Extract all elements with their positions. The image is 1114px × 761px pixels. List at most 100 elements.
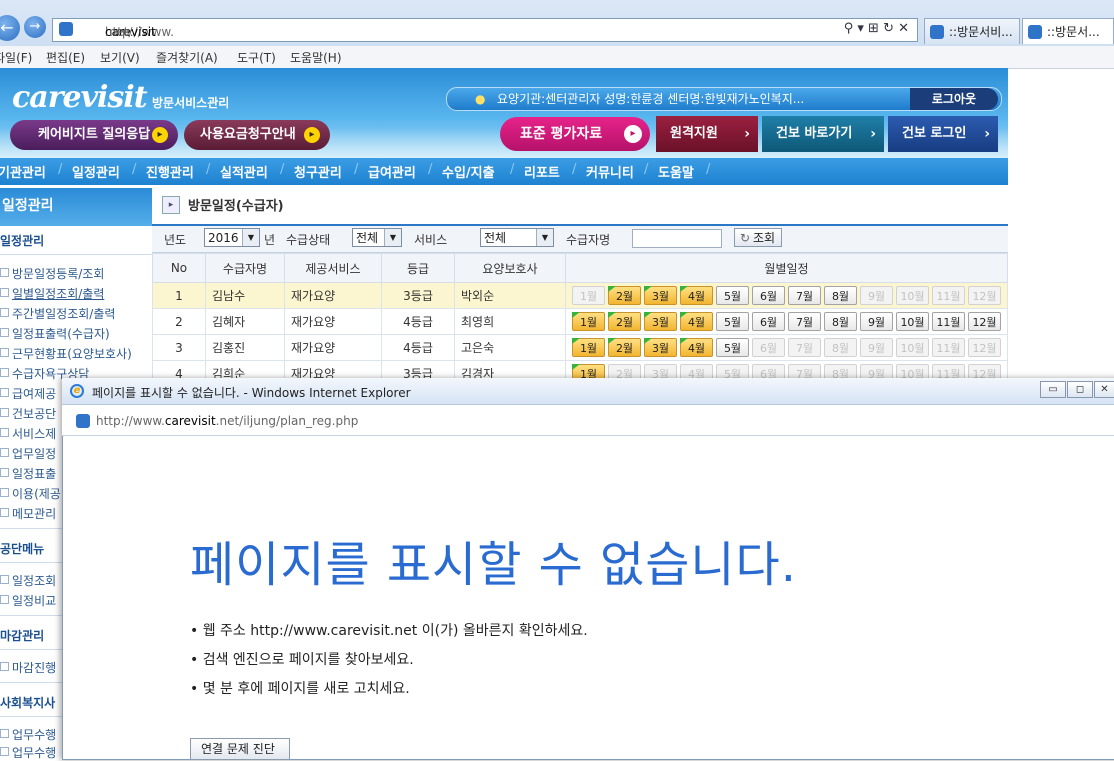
month-button[interactable]: 6월: [752, 338, 785, 357]
month-button[interactable]: 1월: [572, 312, 605, 331]
nhis-login-button[interactable]: 건보 로그인 ›: [888, 116, 998, 152]
qna-button[interactable]: 케어비지트 질의응답 ▸: [10, 120, 178, 150]
remote-support-button[interactable]: 원격지원 ›: [656, 116, 758, 152]
sidebar-item[interactable]: 이용(제공: [0, 485, 61, 502]
nav-billing[interactable]: 청구관리: [294, 162, 342, 181]
popup-title: 페이지를 표시할 수 없습니다. - Windows Internet Expl…: [92, 386, 411, 400]
month-button[interactable]: 10월: [896, 312, 929, 331]
browser-tab-1[interactable]: ::방문서비...: [924, 18, 1020, 44]
month-button[interactable]: 12월: [968, 312, 1001, 331]
fee-guide-button[interactable]: 사용요금청구안내 ▸: [184, 120, 330, 150]
nav-income-expense[interactable]: 수입/지출: [442, 162, 495, 181]
month-button[interactable]: 2월: [608, 312, 641, 331]
sidebar-item[interactable]: 근무현황표(요양보호사): [0, 345, 132, 362]
user-icon: ●: [475, 92, 486, 106]
browser-tab-2[interactable]: ::방문서...: [1022, 18, 1114, 44]
month-button[interactable]: 2월: [608, 338, 641, 357]
minimize-button[interactable]: ▭: [1040, 381, 1066, 398]
month-button[interactable]: 7월: [788, 312, 821, 331]
nav-progress[interactable]: 진행관리: [146, 162, 194, 181]
sidebar-item[interactable]: 마감진행: [0, 659, 56, 676]
nav-report[interactable]: 리포트: [524, 162, 560, 181]
table-row[interactable]: 1 김남수 재가요양 3등급 박외순 1월 2월 3월 4월 5월 6월 7월 8월 9월 10월 11월 12…: [152, 282, 1008, 309]
maximize-button[interactable]: ◻: [1067, 381, 1093, 398]
table-row[interactable]: 3 김홍진 재가요양 4등급 고은숙 1월 2월 3월 4월 5월 6월 7월 8월 9월 10월 11월 12…: [152, 334, 1008, 361]
sidebar-item[interactable]: 일정표출력(수급자): [0, 325, 110, 342]
month-button[interactable]: 4월: [680, 286, 713, 305]
month-button[interactable]: 7월: [788, 286, 821, 305]
month-button[interactable]: 11월: [932, 338, 965, 357]
month-button[interactable]: 8월: [824, 286, 857, 305]
month-button[interactable]: 4월: [680, 312, 713, 331]
month-button[interactable]: 1월: [572, 286, 605, 305]
sidebar-item[interactable]: 방문일정등록/조회: [0, 265, 104, 282]
month-button[interactable]: 11월: [932, 312, 965, 331]
sidebar-item[interactable]: 건보공단: [0, 405, 56, 422]
nav-performance[interactable]: 실적관리: [220, 162, 268, 181]
sidebar-item-active[interactable]: 일별일정조회/출력: [0, 285, 104, 302]
year-select[interactable]: 2016 ▼: [204, 228, 260, 247]
month-button[interactable]: 9월: [860, 286, 893, 305]
month-button[interactable]: 3월: [644, 312, 677, 331]
month-button[interactable]: 3월: [644, 286, 677, 305]
menu-favorites[interactable]: 즐겨찾기(A): [156, 49, 218, 66]
menu-help[interactable]: 도움말(H): [290, 49, 342, 66]
nav-institution[interactable]: 기관관리: [0, 162, 46, 181]
nav-community[interactable]: 커뮤니티: [586, 162, 634, 181]
sidebar-item[interactable]: 업무일정: [0, 445, 56, 462]
search-button[interactable]: ↻ 조회: [734, 228, 783, 247]
month-button[interactable]: 7월: [788, 338, 821, 357]
nhis-shortcut-button[interactable]: 건보 바로가기 ›: [762, 116, 884, 152]
diagnose-button[interactable]: 연결 문제 진단: [190, 738, 290, 760]
menu-file[interactable]: 파일(F): [0, 49, 32, 66]
month-button[interactable]: 10월: [896, 338, 929, 357]
month-button[interactable]: 4월: [680, 338, 713, 357]
sidebar-item[interactable]: 업무수행: [0, 726, 56, 743]
month-button[interactable]: 12월: [968, 338, 1001, 357]
menu-tools[interactable]: 도구(T): [237, 49, 276, 66]
site-logo[interactable]: carevisit: [12, 80, 148, 115]
sidebar-item[interactable]: 일정표출: [0, 465, 56, 482]
month-button[interactable]: 5월: [716, 338, 749, 357]
sidebar-item[interactable]: 서비스제: [0, 425, 56, 442]
name-input[interactable]: [632, 229, 722, 248]
sidebar-item[interactable]: 일정비교: [0, 592, 56, 609]
year-label: 년도: [164, 233, 187, 247]
menu-view[interactable]: 보기(V): [100, 49, 140, 66]
logout-button[interactable]: 로그아웃: [910, 88, 998, 110]
sidebar-item[interactable]: 메모관리: [0, 505, 56, 522]
month-button[interactable]: 2월: [608, 286, 641, 305]
month-button[interactable]: 11월: [932, 286, 965, 305]
search-refresh-icons[interactable]: ⚲ ▾ ⊞ ↻ ✕: [844, 21, 909, 36]
status-select[interactable]: 전체 ▼: [352, 228, 402, 247]
flag-icon: [572, 312, 580, 318]
month-button[interactable]: 8월: [824, 338, 857, 357]
month-button[interactable]: 1월: [572, 338, 605, 357]
eval-data-button[interactable]: 표준 평가자료 ▸: [500, 117, 650, 151]
error-bullet: • 웹 주소 http://www.carevisit.net 이(가) 올바른…: [190, 623, 588, 639]
ie-logo-icon: e: [70, 384, 84, 398]
service-select[interactable]: 전체 ▼: [480, 228, 554, 247]
address-bar[interactable]: http://www. carevisit .net/ ⚲ ▾ ⊞ ↻ ✕: [52, 18, 918, 42]
menu-edit[interactable]: 편집(E): [46, 49, 85, 66]
month-button[interactable]: 9월: [860, 338, 893, 357]
page-title: 방문일정(수급자): [188, 199, 284, 214]
sidebar-item[interactable]: 급여제공: [0, 385, 56, 402]
month-button[interactable]: 12월: [968, 286, 1001, 305]
month-button[interactable]: 5월: [716, 312, 749, 331]
close-button[interactable]: ✕: [1094, 381, 1114, 398]
month-button[interactable]: 8월: [824, 312, 857, 331]
nav-payroll[interactable]: 급여관리: [368, 162, 416, 181]
month-button[interactable]: 3월: [644, 338, 677, 357]
nav-help[interactable]: 도움말: [658, 162, 694, 181]
month-button[interactable]: 6월: [752, 312, 785, 331]
month-button[interactable]: 10월: [896, 286, 929, 305]
table-row[interactable]: 2 김혜자 재가요양 4등급 최영희 1월 2월 3월 4월 5월 6월 7월 8월 9월 10월 11월 12…: [152, 308, 1008, 335]
month-button[interactable]: 6월: [752, 286, 785, 305]
month-button[interactable]: 5월: [716, 286, 749, 305]
sidebar-item[interactable]: 일정조회: [0, 572, 56, 589]
cell-name: 김홍진: [205, 334, 285, 361]
nav-schedule[interactable]: 일정관리: [72, 162, 120, 181]
sidebar-item[interactable]: 주간별일정조회/출력: [0, 305, 115, 322]
month-button[interactable]: 9월: [860, 312, 893, 331]
